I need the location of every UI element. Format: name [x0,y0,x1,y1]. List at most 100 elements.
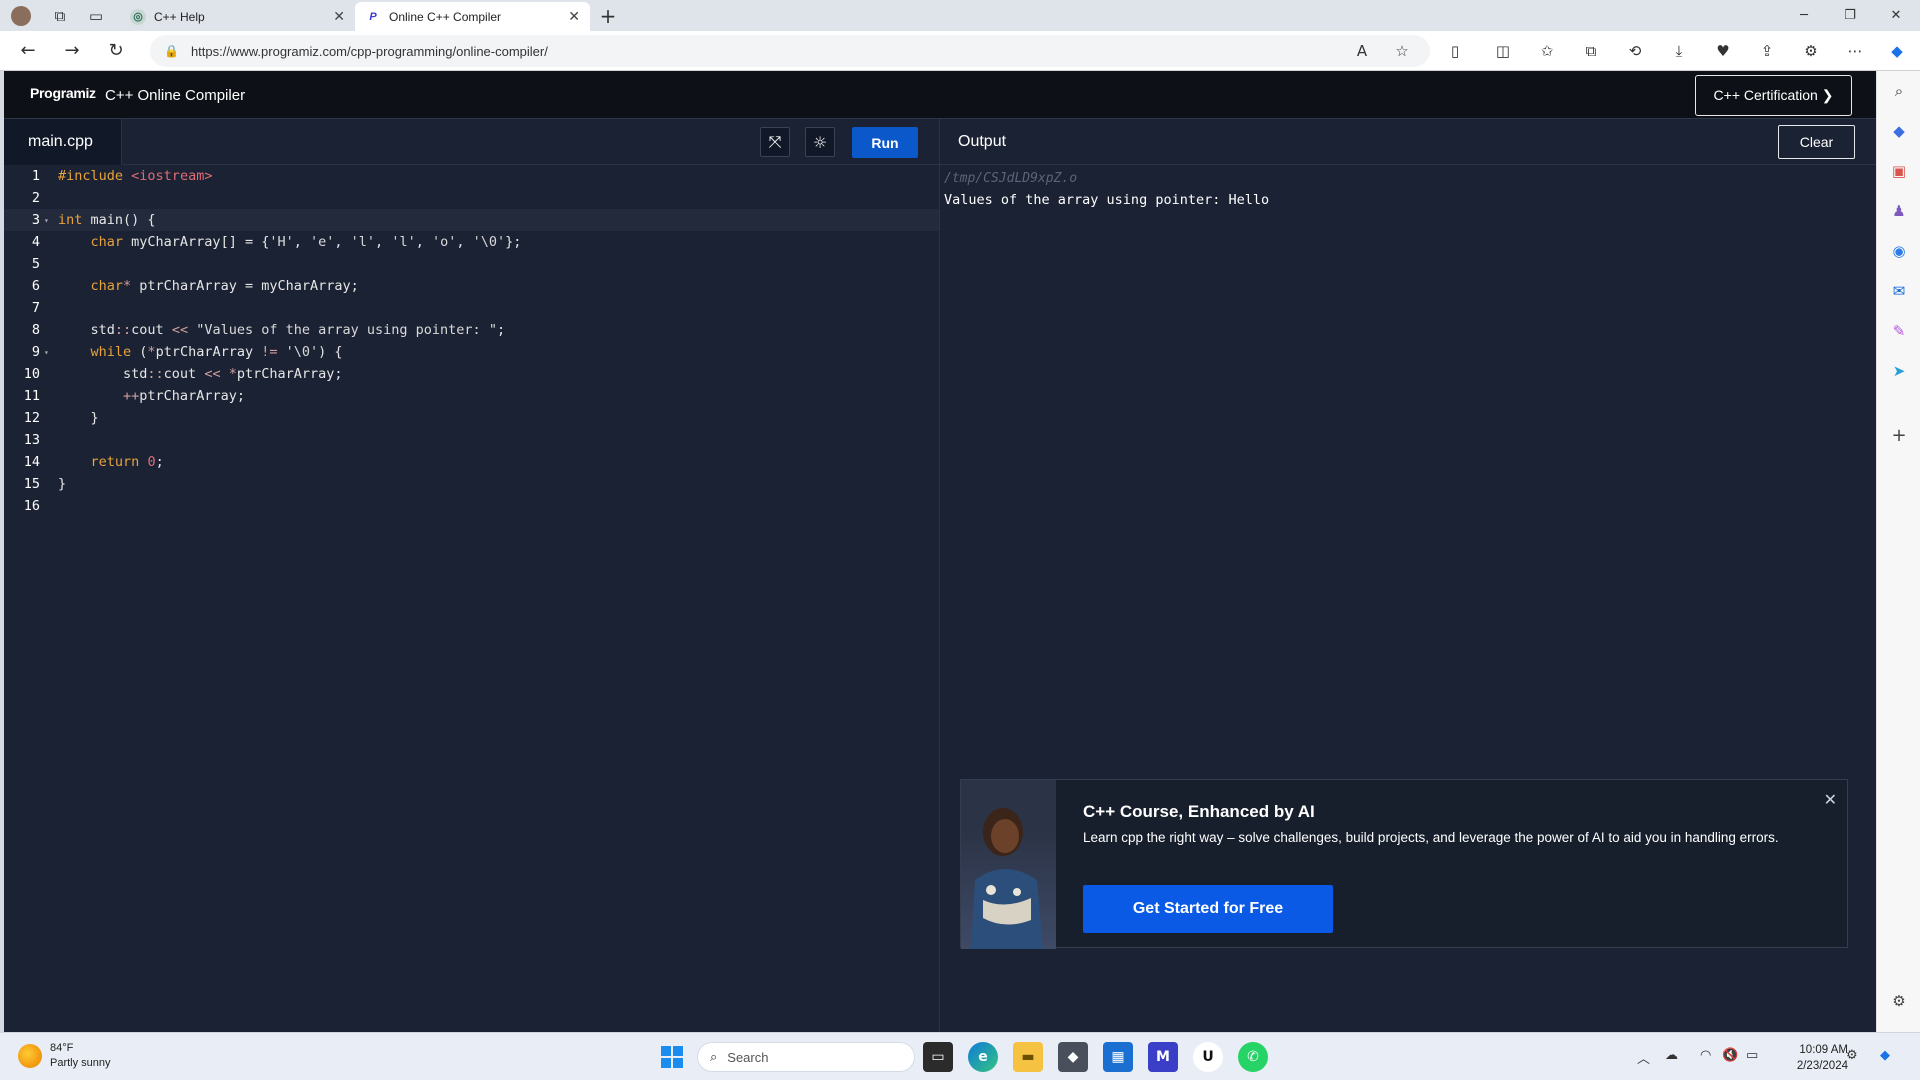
code-text: char myCharArray[] = {'H', 'e', 'l', 'l'… [90,234,522,250]
window-close-icon[interactable]: ✕ [1873,0,1919,31]
tab-online-compiler[interactable]: P Online C++ Compiler ✕ [355,2,590,31]
fullscreen-icon[interactable]: ⤧ [760,127,790,157]
history-icon[interactable]: ⟲ [1623,39,1647,63]
code-line: 1 #include <iostream> [4,165,939,187]
search-placeholder: Search [727,1049,769,1065]
store-icon[interactable]: ▦ [1103,1042,1133,1072]
extensions-icon[interactable]: ⚙ [1799,39,1823,63]
minimize-icon[interactable]: ─ [1781,0,1827,31]
clear-button[interactable]: Clear [1778,125,1855,159]
file-explorer-icon[interactable]: ▬ [1013,1042,1043,1072]
weather-widget[interactable]: 84°F Partly sunny [18,1041,111,1071]
download-icon[interactable]: ⤓ [1667,39,1691,63]
search-icon[interactable]: ⌕ [1887,79,1911,103]
volume-muted-icon[interactable]: 🔇 [1722,1048,1738,1063]
favorites-icon[interactable]: ✩ [1535,39,1559,63]
file-tab-main-cpp[interactable]: main.cpp [4,119,122,165]
share-icon[interactable]: ⇪ [1755,39,1779,63]
line-number: 12 [23,410,40,426]
code-text: std::cout << *ptrCharArray; [58,366,343,382]
close-icon[interactable]: ✕ [1824,790,1837,809]
code-text: } [58,476,67,492]
extension-icon[interactable]: ▯ [1443,39,1467,63]
code-line: 13 [4,429,939,451]
theme-toggle-icon[interactable]: ☼ [805,127,835,157]
copilot-taskbar-icon[interactable]: ◆ [1880,1048,1890,1063]
designer-icon[interactable]: ✎ [1887,319,1911,343]
new-tab-icon[interactable]: + [590,0,626,31]
code-text: #include <iostream> [58,168,213,184]
add-icon[interactable]: + [1887,423,1911,447]
games-icon[interactable]: ♟ [1887,199,1911,223]
back-icon[interactable]: ← [6,31,50,71]
url-input[interactable]: 🔒 https://www.programiz.com/cpp-programm… [150,35,1430,67]
read-aloud-icon[interactable]: A [1350,39,1374,63]
close-icon[interactable]: ✕ [333,9,345,25]
url-text: https://www.programiz.com/cpp-programmin… [190,43,548,59]
line-number: 7 [31,300,40,316]
shopping-icon[interactable]: ◆ [1887,119,1911,143]
site-header: Programiz C++ Online Compiler C++ Certif… [4,71,1876,119]
code-editor[interactable]: 1 #include <iostream> 2 3 ▾ int main() { … [4,165,939,1032]
course-promo-banner: C++ Course, Enhanced by AI Learn cpp the… [960,779,1848,949]
line-number: 13 [23,432,40,448]
send-icon[interactable]: ➤ [1887,359,1911,383]
line-number: 3 [31,212,40,228]
refresh-icon[interactable]: ↻ [94,31,138,71]
code-line: 5 [4,253,939,275]
line-number: 15 [23,476,40,492]
fold-icon[interactable]: ▾ [44,348,58,357]
code-line: 12 } [4,407,939,429]
start-icon[interactable] [657,1042,687,1072]
programiz-logo[interactable]: Programiz [30,85,96,101]
line-number: 8 [31,322,40,338]
editor-app-icon[interactable]: M [1148,1042,1178,1072]
code-line: 15 } [4,473,939,495]
editor-toolbar: main.cpp ⤧ ☼ Run [4,119,939,165]
settings-icon[interactable]: ⚙ [1887,989,1911,1013]
browser-tab-bar: ⧉ ▭ ◎ C++ Help ✕ P Online C++ Compiler ✕… [0,0,1920,31]
output-binary-path: /tmp/CSJdLD9xpZ.o [944,171,1078,186]
browser-address-bar: ← → ↻ 🔒 https://www.programiz.com/cpp-pr… [0,31,1920,71]
wifi-icon[interactable]: ◠ [1700,1048,1711,1063]
close-icon[interactable]: ✕ [568,9,580,25]
favorite-star-icon[interactable]: ☆ [1390,39,1414,63]
split-screen-icon[interactable]: ◫ [1491,39,1515,63]
restore-icon[interactable]: ❐ [1827,0,1873,31]
code-line: 14 return 0; [4,451,939,473]
profile-avatar[interactable] [0,0,42,31]
notification-icon[interactable]: ⚙ [1846,1048,1858,1063]
page-title: C++ Online Compiler [105,87,246,104]
line-number: 10 [23,366,40,382]
taskbar-search-input[interactable]: ⌕ Search [697,1042,915,1072]
get-started-button[interactable]: Get Started for Free [1083,885,1333,933]
tab-cpp-help[interactable]: ◎ C++ Help ✕ [120,2,355,31]
date: 2/23/2024 [1796,1060,1848,1072]
code-line: 7 [4,297,939,319]
tab-actions-icon[interactable]: ▭ [78,0,114,31]
certification-button[interactable]: C++ Certification ❯ [1695,75,1852,116]
edge-icon[interactable]: e [968,1042,998,1072]
run-button[interactable]: Run [852,127,918,158]
clock[interactable]: 10:09 AM 2/23/2024 [1768,1042,1848,1074]
onedrive-icon[interactable]: ☁ [1665,1048,1678,1063]
line-number: 5 [31,256,40,272]
collections-icon[interactable]: ⧉ [1579,39,1603,63]
whatsapp-icon[interactable]: ✆ [1238,1042,1268,1072]
browser-essentials-icon[interactable]: ♥ [1711,39,1735,63]
code-line: 16 [4,495,939,517]
tab-label: Online C++ Compiler [389,9,502,24]
outlook-icon[interactable]: ✉ [1887,279,1911,303]
battery-icon[interactable]: ▭ [1746,1048,1758,1063]
app-cube-icon[interactable]: ◆ [1058,1042,1088,1072]
fold-icon[interactable]: ▾ [44,216,58,225]
u-app-icon[interactable]: U [1193,1042,1223,1072]
workspaces-icon[interactable]: ⧉ [42,0,78,31]
chevron-up-icon[interactable]: ︿ [1637,1048,1650,1067]
more-options-icon[interactable]: ⋯ [1843,39,1867,63]
tools-icon[interactable]: ▣ [1887,159,1911,183]
copilot-icon[interactable]: ◆ [1885,39,1909,63]
forward-icon[interactable]: → [50,31,94,71]
task-view-icon[interactable]: ▭ [923,1042,953,1072]
copilot-sidebar-icon[interactable]: ◉ [1887,239,1911,263]
